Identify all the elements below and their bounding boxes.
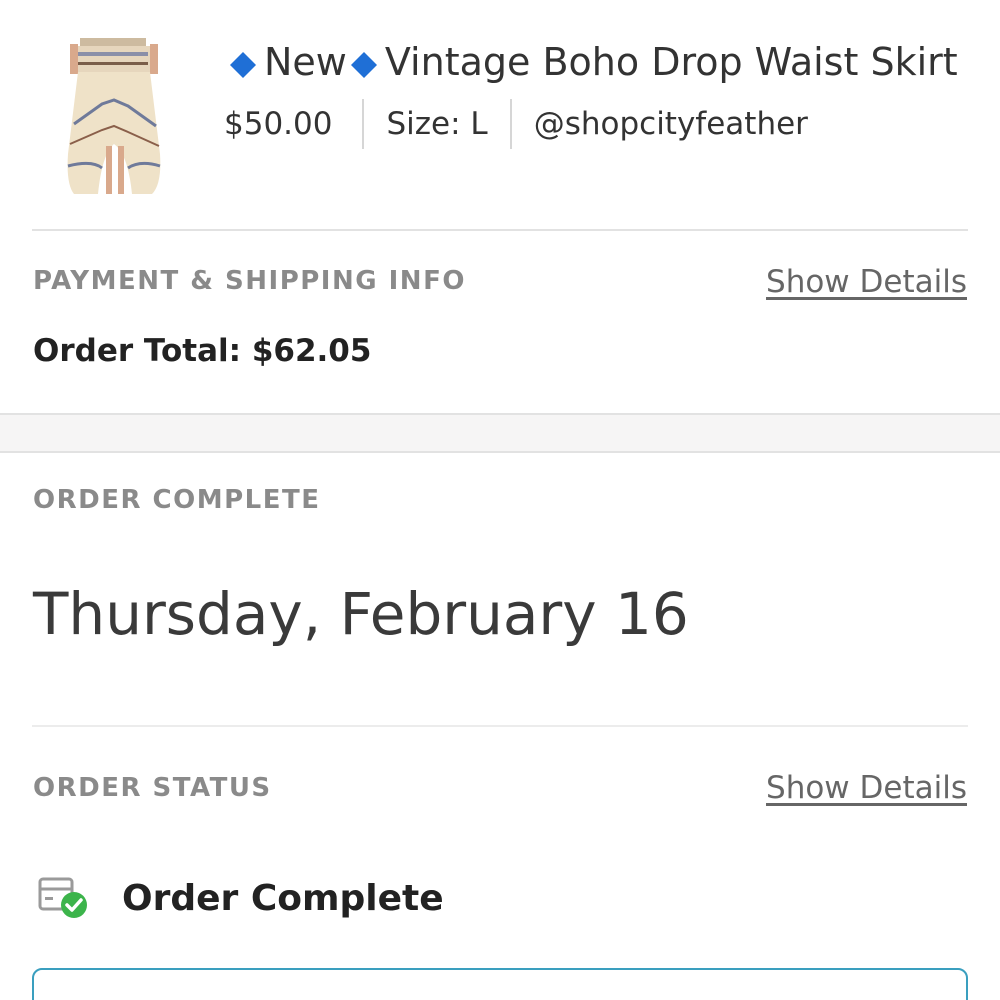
divider [32, 229, 968, 231]
show-status-details-link[interactable]: Show Details [766, 770, 967, 806]
payment-shipping-heading: PAYMENT & SHIPPING INFO [33, 266, 466, 296]
blue-diamond-icon [350, 52, 377, 78]
message-box[interactable] [32, 968, 968, 1000]
product-price: $50.00 [224, 106, 333, 142]
order-total: Order Total: $62.05 [33, 333, 372, 369]
order-complete-heading: ORDER COMPLETE [33, 485, 321, 515]
divider [362, 99, 365, 149]
divider [509, 99, 512, 149]
product-meta: $50.00 Size: L @shopcityfeather [224, 98, 808, 150]
order-status-heading: ORDER STATUS [33, 773, 272, 803]
package-check-icon [38, 877, 87, 918]
order-status-text: Order Complete [122, 877, 444, 919]
order-details-page: New Vintage Boho Drop Waist Skirt $50.00… [0, 0, 1000, 1000]
product-size: Size: L [386, 106, 488, 142]
show-payment-details-link[interactable]: Show Details [766, 264, 967, 300]
divider [32, 725, 968, 727]
product-title-name: Vintage Boho Drop Waist Skirt [384, 40, 958, 84]
product-title-new: New [264, 40, 347, 84]
product-title[interactable]: New Vintage Boho Drop Waist Skirt [230, 34, 1000, 90]
product-image[interactable] [62, 34, 166, 199]
blue-diamond-icon [230, 52, 256, 78]
seller-username[interactable]: @shopcityfeather [534, 106, 808, 142]
order-complete-date: Thursday, February 16 [33, 580, 689, 648]
status-row: Order Complete [38, 868, 444, 928]
section-separator [0, 413, 1000, 453]
